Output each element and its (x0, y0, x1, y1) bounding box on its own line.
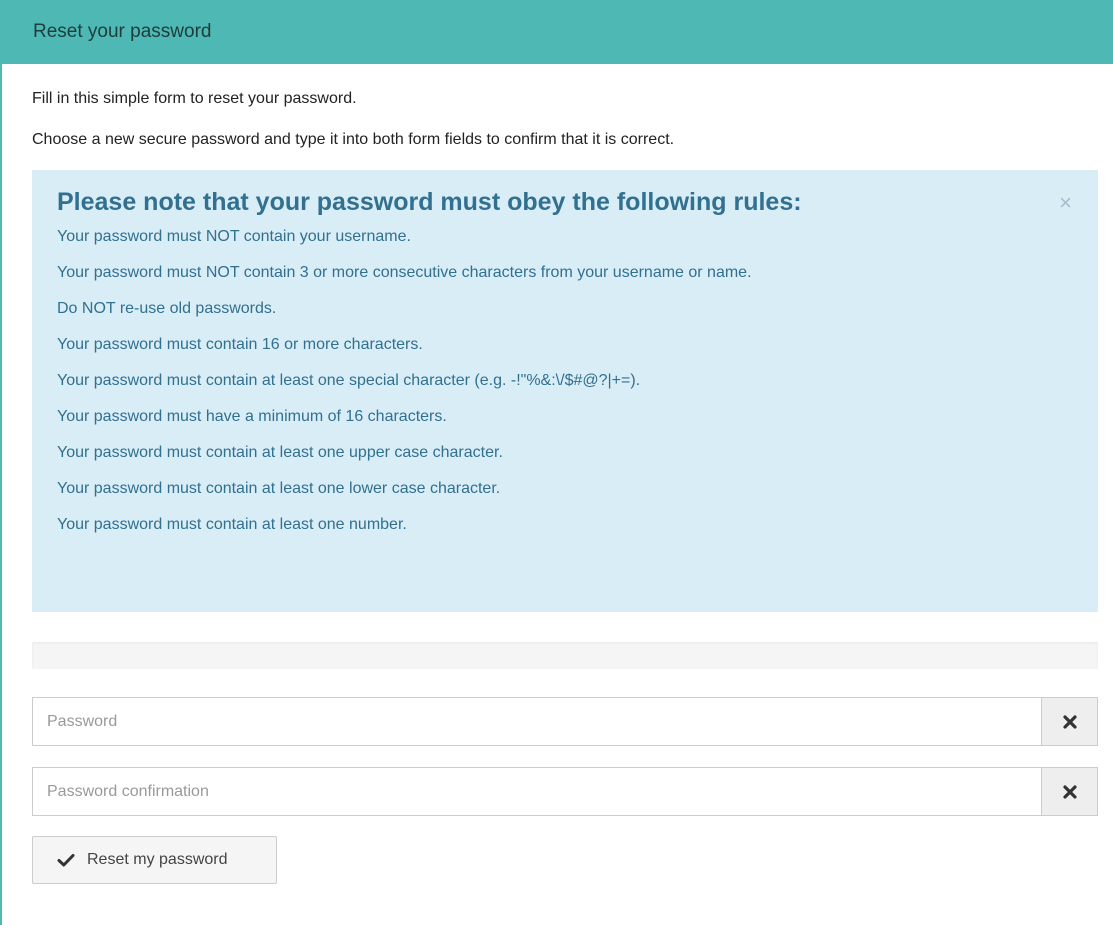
clear-confirmation-button[interactable] (1041, 767, 1098, 816)
intro-text: Fill in this simple form to reset your p… (32, 90, 357, 107)
rule-item: Do NOT re-use old passwords. (57, 300, 277, 317)
rule-item: Your password must NOT contain your user… (57, 228, 411, 245)
rule-item: Your password must contain at least one … (57, 372, 641, 389)
times-icon (1062, 714, 1077, 729)
rule-item: Your password must contain at least one … (57, 516, 407, 533)
password-input[interactable] (32, 697, 1041, 746)
check-icon (57, 854, 75, 867)
rule-item: Your password must have a minimum of 16 … (57, 408, 447, 425)
password-input-group (32, 697, 1098, 746)
reset-password-label: Reset my password (87, 851, 228, 868)
rule-item: Your password must NOT contain 3 or more… (57, 264, 752, 281)
rules-list: Your password must NOT contain your user… (57, 227, 1098, 551)
reset-password-panel: Reset your password Fill in this simple … (0, 0, 1113, 925)
panel-body: Fill in this simple form to reset your p… (2, 64, 1113, 884)
panel-title: Reset your password (33, 21, 212, 42)
password-strength-meter (32, 642, 1098, 669)
clear-password-button[interactable] (1041, 697, 1098, 746)
rule-item: Your password must contain at least one … (57, 480, 501, 497)
reset-password-button[interactable]: Reset my password (32, 836, 277, 884)
times-icon (1062, 784, 1077, 799)
alert-title: Please note that your password must obey… (57, 188, 802, 216)
panel-heading: Reset your password (2, 0, 1113, 64)
password-confirmation-input[interactable] (32, 767, 1041, 816)
close-icon[interactable]: × (1059, 192, 1072, 214)
password-confirmation-input-group (32, 767, 1098, 816)
rule-item: Your password must contain 16 or more ch… (57, 336, 423, 353)
rule-item: Your password must contain at least one … (57, 444, 503, 461)
intro-instructions: Choose a new secure password and type it… (32, 131, 675, 148)
password-rules-alert: × Please note that your password must ob… (32, 170, 1098, 612)
